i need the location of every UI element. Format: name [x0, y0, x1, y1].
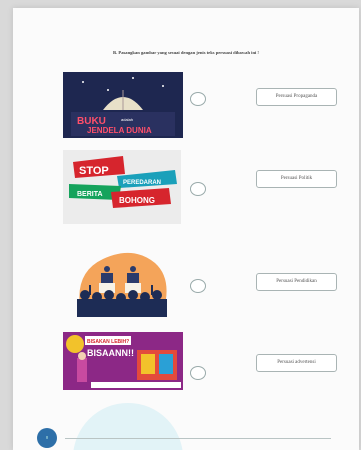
- bohong-word: BOHONG: [119, 196, 155, 205]
- book-title-line2: JENDELA DUNIA: [87, 126, 152, 135]
- political-rally-image[interactable]: [63, 243, 179, 317]
- option-4-box[interactable]: Persuasi advertensi: [256, 354, 337, 372]
- page-number-badge: 8: [37, 428, 57, 448]
- match-radio-4[interactable]: [190, 366, 206, 380]
- option-2-box[interactable]: Persuasi Politik: [256, 170, 337, 188]
- advert-headline-1: BISAKAN LEBIH?: [87, 339, 129, 345]
- berita-word: BERITA: [77, 191, 103, 198]
- footer-divider: [65, 438, 331, 439]
- product-advert-image[interactable]: BISAKAN LEBIH? BISAANN!!: [63, 332, 183, 390]
- worksheet-page: B. Pasangkan gambar yang sesuai dengan j…: [13, 8, 359, 450]
- advert-headline-2: BISAANN!!: [87, 348, 134, 358]
- match-radio-3[interactable]: [190, 279, 206, 293]
- option-1-box[interactable]: Persuasi Propaganda: [256, 88, 337, 106]
- option-3-label: Persuasi Pendidikan: [276, 279, 317, 284]
- option-4-label: Persuasi advertensi: [277, 360, 316, 365]
- decorative-swoosh: [73, 403, 183, 450]
- option-3-box[interactable]: Persuasi Pendidikan: [256, 273, 337, 291]
- match-radio-2[interactable]: [190, 182, 206, 196]
- book-cover-image[interactable]: BUKU adalah JENDELA DUNIA: [63, 72, 183, 138]
- stop-word: STOP: [79, 165, 109, 177]
- instruction-text: B. Pasangkan gambar yang sesuai dengan j…: [113, 50, 259, 55]
- peredaran-word: PEREDARAN: [123, 180, 161, 186]
- option-1-label: Persuasi Propaganda: [275, 94, 318, 99]
- match-radio-1[interactable]: [190, 92, 206, 106]
- stop-hoax-image[interactable]: STOP PEREDARAN BERITA BOHONG: [63, 150, 181, 224]
- option-2-label: Persuasi Politik: [280, 176, 313, 181]
- book-title-small: adalah: [121, 117, 133, 122]
- page-number: 8: [46, 435, 48, 440]
